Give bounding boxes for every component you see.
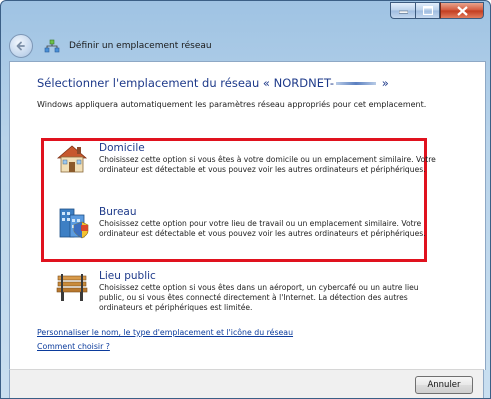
office-building-icon — [59, 208, 89, 239]
option-public[interactable]: Lieu public Choisissez cette option si v… — [55, 270, 455, 322]
minimize-button[interactable] — [390, 2, 415, 19]
page-description: Windows appliquera automatiquement les p… — [37, 100, 427, 109]
option-public-text: Lieu public Choisissez cette option si v… — [99, 270, 439, 313]
window-title: Définir un emplacement réseau — [69, 41, 212, 51]
option-work-text: Bureau Choisissez cette option pour votr… — [99, 206, 439, 239]
title-bar[interactable] — [1, 1, 490, 31]
option-home-title: Domicile — [99, 142, 145, 154]
option-home[interactable]: Domicile Choisissez cette option si vous… — [55, 142, 455, 190]
back-arrow-icon — [16, 41, 25, 51]
navigation-row: Définir un emplacement réseau — [9, 33, 212, 59]
dialog-window: Définir un emplacement réseau Sélectionn… — [0, 0, 491, 399]
network-icon — [44, 39, 60, 53]
option-work-description: Choisissez cette option pour votre lieu … — [99, 219, 426, 238]
option-home-text: Domicile Choisissez cette option si vous… — [99, 142, 439, 175]
dialog-footer: Annuler — [9, 369, 484, 398]
option-home-description: Choisissez cette option si vous êtes à v… — [99, 155, 436, 174]
page-heading: Sélectionner l'emplacement du réseau « N… — [37, 76, 389, 90]
heading-suffix: » — [378, 76, 389, 90]
home-icon — [56, 145, 88, 173]
minimize-icon — [398, 10, 408, 13]
park-bench-icon — [56, 274, 88, 301]
cancel-button[interactable]: Annuler — [415, 376, 473, 394]
caption-buttons — [390, 2, 484, 19]
heading-prefix: Sélectionner l'emplacement du réseau « N… — [37, 76, 335, 90]
how-to-choose-link[interactable]: Comment choisir ? — [37, 342, 110, 351]
option-public-title: Lieu public — [99, 270, 156, 282]
customize-network-link[interactable]: Personnaliser le nom, le type d'emplacem… — [37, 328, 293, 337]
back-button[interactable] — [9, 34, 33, 58]
redacted-network-name — [336, 82, 377, 85]
maximize-button[interactable] — [415, 2, 440, 19]
maximize-icon — [422, 6, 433, 15]
close-button[interactable] — [440, 2, 484, 19]
option-work[interactable]: Bureau Choisissez cette option pour votr… — [55, 206, 455, 254]
option-public-description: Choisissez cette option si vous êtes dan… — [99, 283, 419, 312]
close-icon — [456, 5, 468, 16]
content-panel: Sélectionner l'emplacement du réseau « N… — [9, 61, 486, 370]
option-work-title: Bureau — [99, 206, 137, 218]
